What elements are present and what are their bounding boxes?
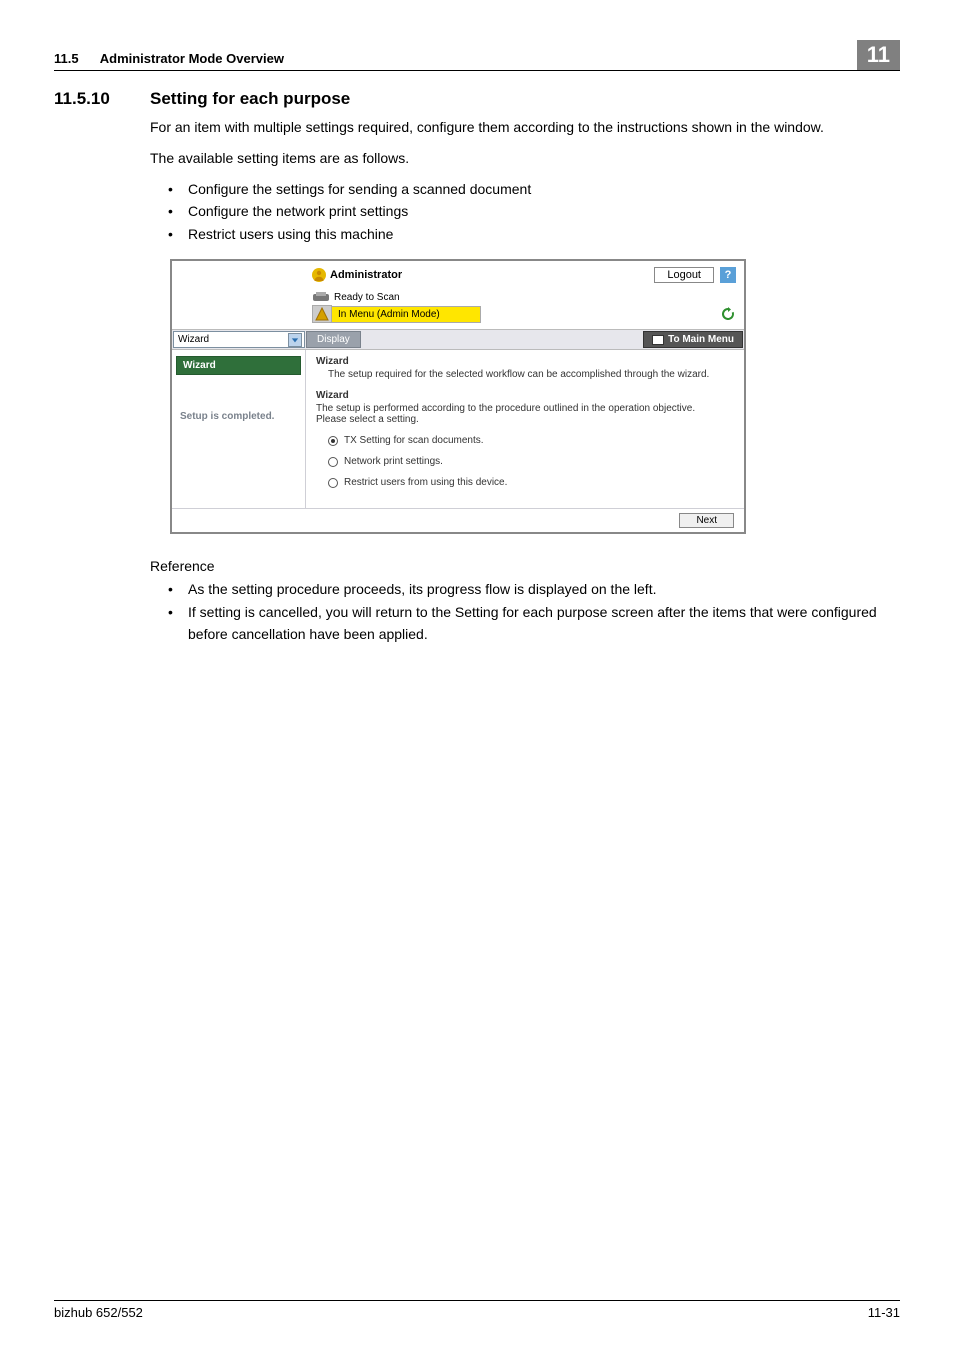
admin-label-group: Administrator <box>312 268 402 282</box>
wizard-select[interactable]: Wizard <box>173 331 305 348</box>
wizard-heading-2: Wizard <box>316 390 734 401</box>
footer-left: bizhub 652/552 <box>54 1305 143 1320</box>
help-icon[interactable]: ? <box>720 267 736 283</box>
intro-bullet: Configure the network print settings <box>150 200 900 222</box>
menu-icon <box>652 335 664 345</box>
warning-icon <box>312 305 332 323</box>
radio-label: Restrict users from using this device. <box>344 477 507 488</box>
reference-block: Reference As the setting procedure proce… <box>150 558 900 645</box>
mode-badge: In Menu (Admin Mode) <box>312 305 481 323</box>
next-button[interactable]: Next <box>679 513 734 528</box>
radio-option-network[interactable]: Network print settings. <box>316 456 734 467</box>
body: For an item with multiple settings requi… <box>150 117 900 245</box>
radio-icon <box>328 436 338 446</box>
intro-bullets: Configure the settings for sending a sca… <box>150 178 900 245</box>
sidebar-status: Setup is completed. <box>172 411 305 422</box>
intro-paragraph-1: For an item with multiple settings requi… <box>150 117 900 137</box>
subsection-number: 11.5.10 <box>54 89 150 109</box>
intro-bullet: Restrict users using this machine <box>150 223 900 245</box>
section-number: 11.5 <box>54 51 79 66</box>
mode-label: In Menu (Admin Mode) <box>332 306 481 323</box>
to-main-menu-label: To Main Menu <box>668 334 734 345</box>
radio-option-tx[interactable]: TX Setting for scan documents. <box>316 435 734 446</box>
wizard-desc-1: The setup required for the selected work… <box>316 369 734 380</box>
radio-icon <box>328 478 338 488</box>
printer-status-icon <box>312 291 330 303</box>
radio-icon <box>328 457 338 467</box>
wizard-desc-2a: The setup is performed according to the … <box>316 403 734 414</box>
chapter-badge: 11 <box>857 40 900 70</box>
screenshot-container: Administrator Logout ? Ready to Scan <box>170 259 900 534</box>
admin-icon <box>312 268 326 282</box>
wizard-select-value: Wizard <box>178 334 209 345</box>
display-button[interactable]: Display <box>306 331 361 348</box>
reference-bullet: If setting is cancelled, you will return… <box>150 601 900 646</box>
reference-bullet: As the setting procedure proceeds, its p… <box>150 578 900 600</box>
logout-button[interactable]: Logout <box>654 267 714 283</box>
footer-right: 11-31 <box>868 1305 900 1320</box>
wizard-heading-1: Wizard <box>316 356 734 367</box>
sidebar-item-wizard[interactable]: Wizard <box>176 356 301 375</box>
reference-bullets: As the setting procedure proceeds, its p… <box>150 578 900 645</box>
toolbar: Wizard Display To Main Menu <box>172 329 744 350</box>
app-window: Administrator Logout ? Ready to Scan <box>170 259 746 534</box>
ready-status: Ready to Scan <box>334 292 400 303</box>
chevron-down-icon <box>288 333 302 347</box>
intro-paragraph-2: The available setting items are as follo… <box>150 148 900 168</box>
page-footer: bizhub 652/552 11-31 <box>54 1300 900 1320</box>
running-header-left: 11.5 Administrator Mode Overview <box>54 51 284 66</box>
subsection-heading: 11.5.10 Setting for each purpose <box>54 89 900 109</box>
wizard-desc-2b: Please select a setting. <box>316 414 734 425</box>
sidebar: Wizard Setup is completed. <box>172 350 306 508</box>
panel-footer: Next <box>172 508 744 532</box>
radio-label: Network print settings. <box>344 456 443 467</box>
reference-label: Reference <box>150 558 900 574</box>
running-header: 11.5 Administrator Mode Overview 11 <box>54 40 900 71</box>
section-title: Administrator Mode Overview <box>100 51 284 66</box>
intro-bullet: Configure the settings for sending a sca… <box>150 178 900 200</box>
to-main-menu-button[interactable]: To Main Menu <box>643 331 743 348</box>
main-panel: Wizard The setup required for the select… <box>306 350 744 508</box>
admin-label: Administrator <box>330 269 402 281</box>
radio-option-restrict[interactable]: Restrict users from using this device. <box>316 477 734 488</box>
radio-label: TX Setting for scan documents. <box>344 435 484 446</box>
refresh-icon[interactable] <box>720 306 736 322</box>
app-header: Administrator Logout ? Ready to Scan <box>172 261 744 323</box>
subsection-title: Setting for each purpose <box>150 89 350 109</box>
